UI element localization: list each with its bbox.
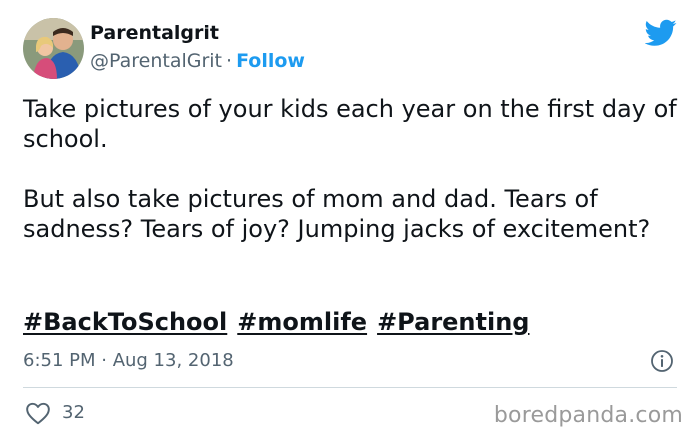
author-handle[interactable]: @ParentalGrit (90, 50, 222, 72)
tweet-paragraph: But also take pictures of mom and dad. T… (23, 185, 651, 243)
info-icon[interactable] (650, 349, 674, 373)
heart-icon[interactable] (25, 401, 51, 425)
watermark: boredpanda.com (493, 403, 683, 428)
tweet-text: Take pictures of your kids each year on … (23, 94, 683, 244)
follow-link[interactable]: Follow (236, 50, 305, 72)
hashtag-list: #BackToSchool #momlife #Parenting (23, 308, 539, 336)
like-count: 32 (62, 402, 85, 423)
author-meta: @ParentalGrit · Follow (90, 50, 305, 72)
author-name[interactable]: Parentalgrit (90, 22, 219, 44)
hashtag-link[interactable]: #BackToSchool (23, 308, 227, 336)
hashtag-link[interactable]: #momlife (237, 308, 367, 336)
hashtag-link[interactable]: #Parenting (377, 308, 529, 336)
tweet-paragraph: Take pictures of your kids each year on … (23, 95, 677, 153)
avatar-photo (23, 18, 84, 79)
tweet-timestamp[interactable]: 6:51 PM · Aug 13, 2018 (23, 350, 234, 371)
meta-separator: · (226, 50, 233, 72)
divider (23, 387, 677, 388)
author-avatar[interactable] (23, 18, 84, 79)
twitter-bird-icon[interactable] (645, 19, 677, 47)
